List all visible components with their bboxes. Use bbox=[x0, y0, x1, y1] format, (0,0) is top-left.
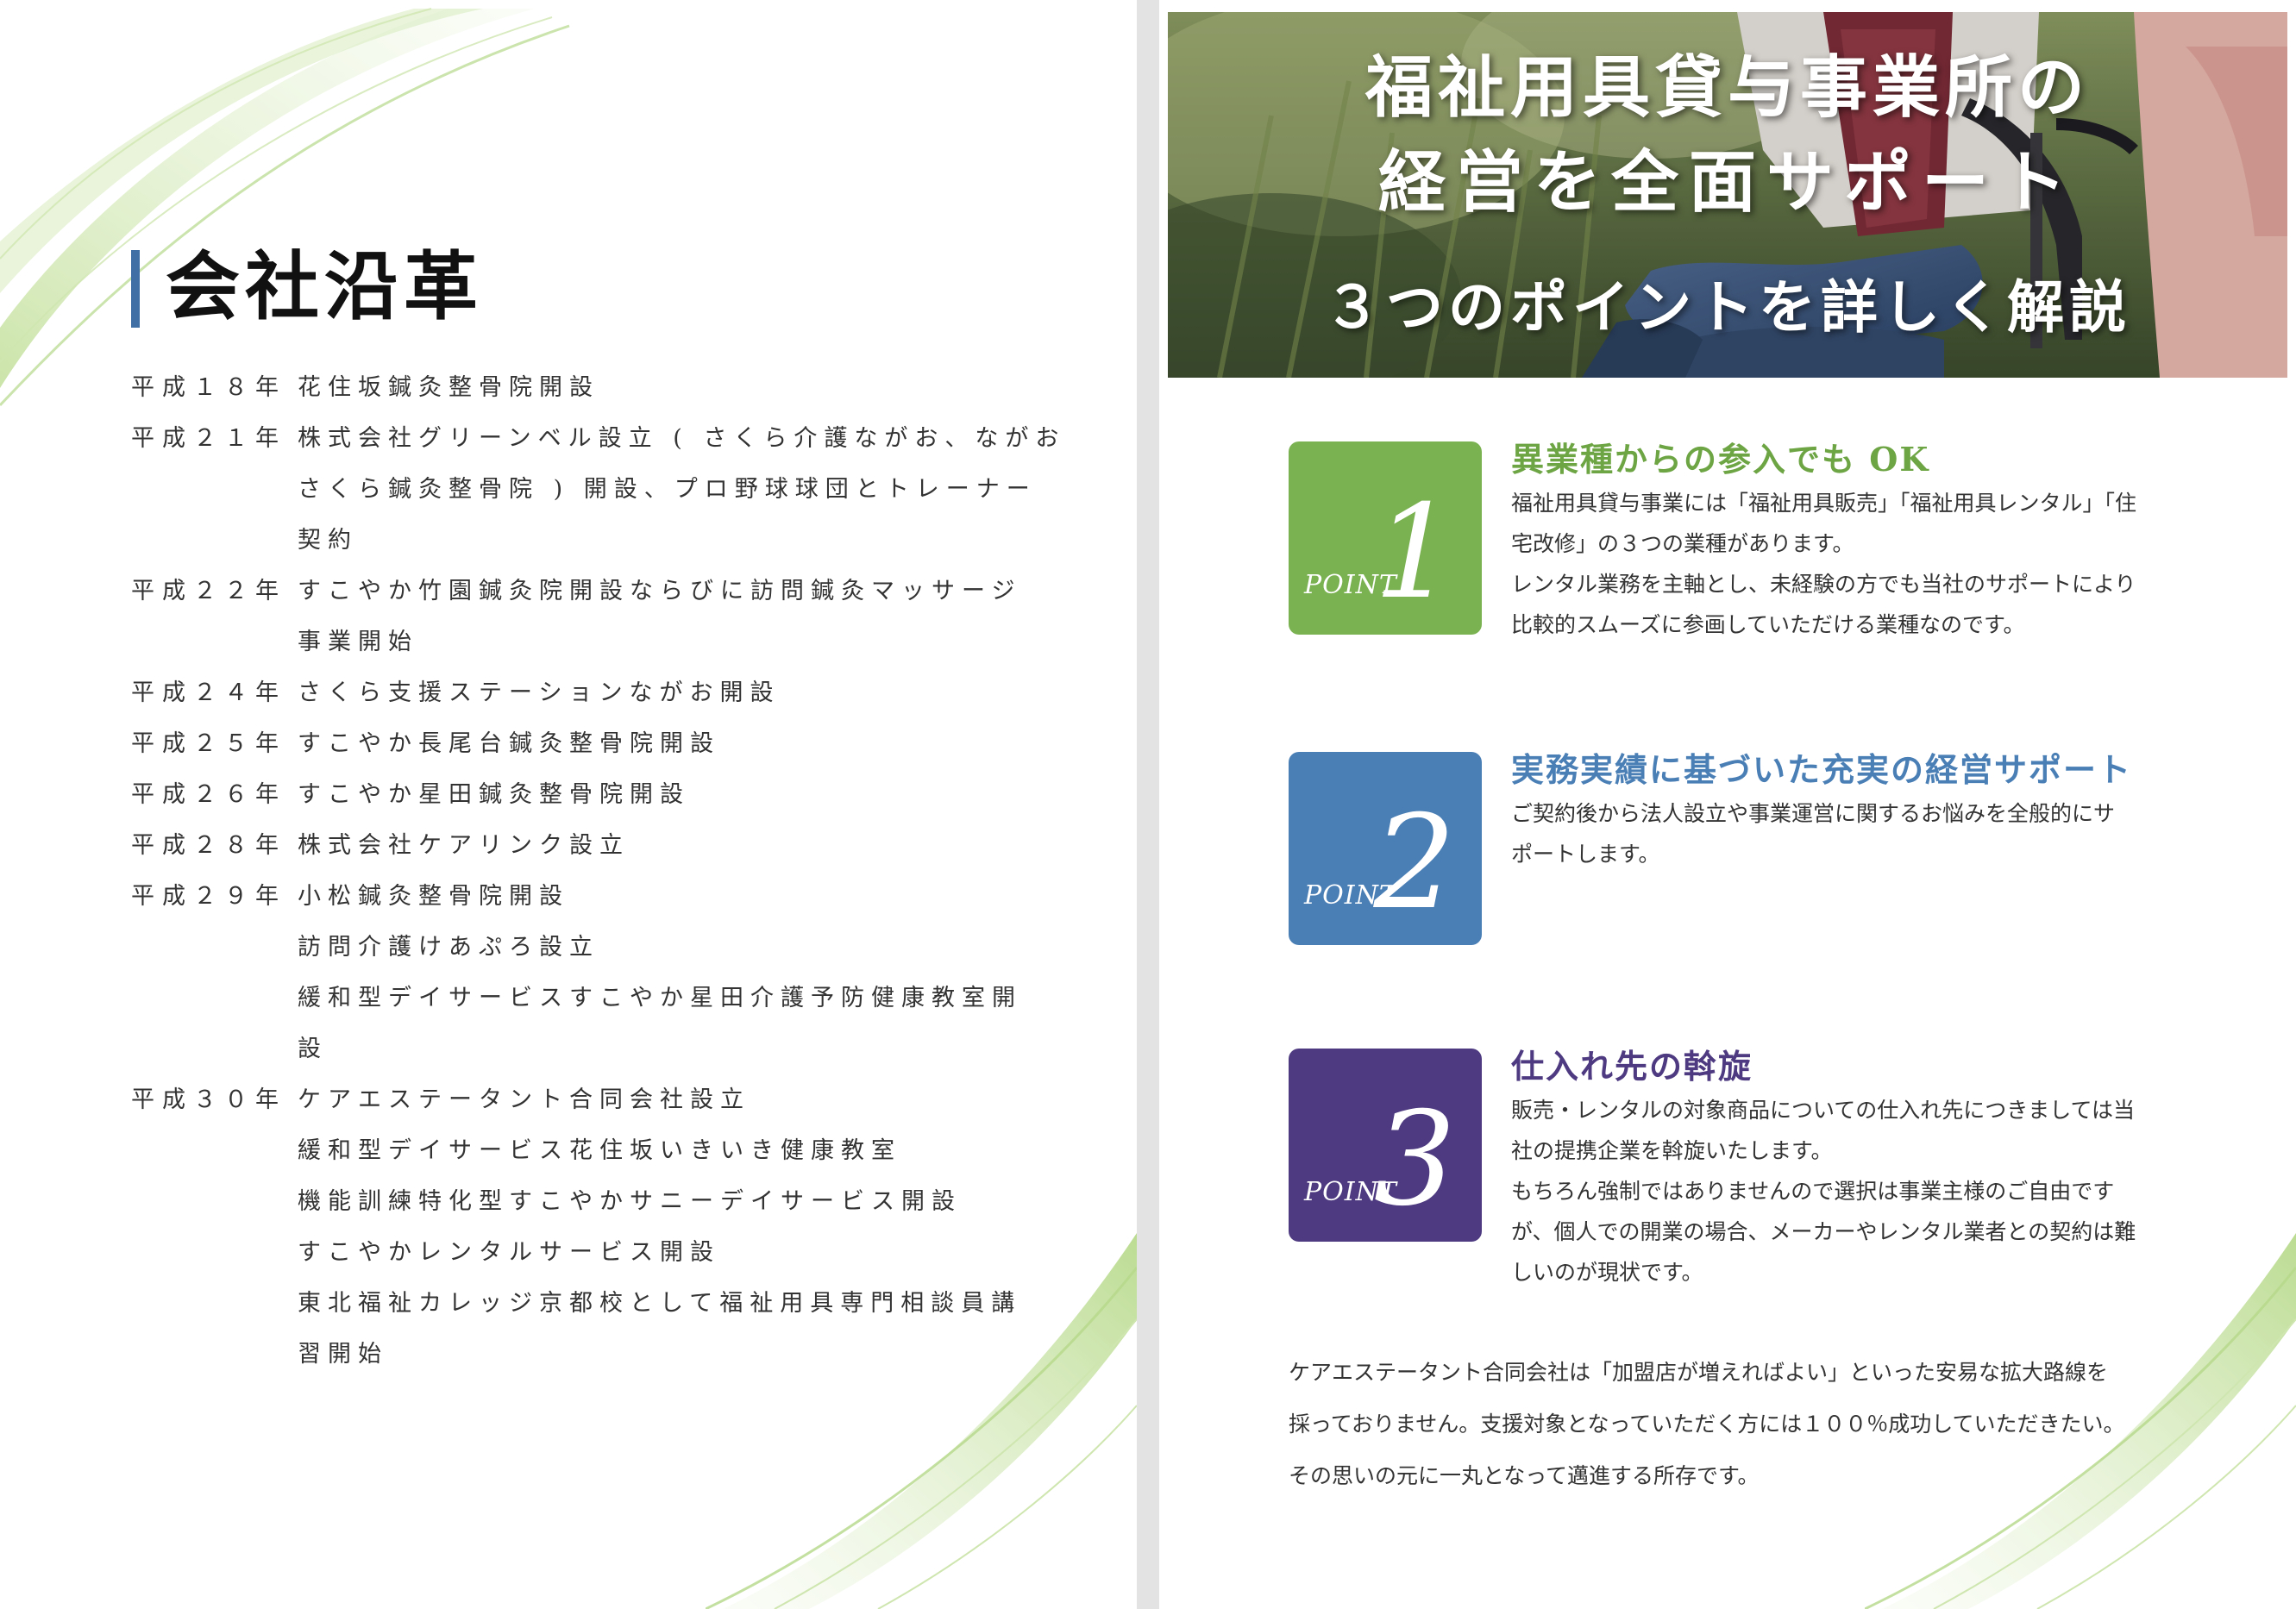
history-event: さくら支援ステーションながお開設 bbox=[298, 667, 1045, 718]
history-event: ケアエステータント合同会社設立緩和型デイサービス花住坂いきいき健康教室機能訓練特… bbox=[298, 1074, 1045, 1380]
point-body-line: 社の提携企業を斡旋いたします。 bbox=[1511, 1138, 1833, 1163]
history-entry: 平成２６年 すこやか星田鍼灸整骨院開設 bbox=[131, 769, 1045, 820]
history-entry: 平成２４年 さくら支援ステーションながお開設 bbox=[131, 667, 1045, 718]
history-year: 平成２１年 bbox=[131, 425, 286, 452]
history-event: 株式会社ケアリンク設立 bbox=[298, 820, 1045, 871]
history-year: 平成２４年 bbox=[131, 679, 286, 706]
history-event-line: 訪問介護けあぷろ設立 bbox=[298, 934, 599, 961]
history-entry: 平成２１年 株式会社グリーンベル設立 ( さくら介護ながお、ながお さくら鍼灸整骨院… bbox=[131, 413, 1058, 566]
hero-banner: 福祉用具貸与事業所の 経営を全面サポート ３つのポイントを詳しく解説 bbox=[1168, 12, 2287, 378]
history-event-line: 花住坂鍼灸整骨院開設 bbox=[298, 374, 599, 401]
history-event-line: 機能訓練特化型すこやかサニーデイサービス開設 bbox=[298, 1188, 962, 1215]
point-body-line: もちろん強制ではありませんので選択は事業主様のご自由です bbox=[1511, 1179, 2115, 1204]
left-page: 会社沿革 平成１８年 花住坂鍼灸整骨院開設 平成２１年 株式会社グリーンベル設立 ( … bbox=[0, 0, 1137, 1609]
point-body-line: レンタル業務を主軸とし、未経験の方でも当社のサポートにより bbox=[1511, 572, 2136, 597]
history-event-line: 習開始 bbox=[298, 1341, 388, 1368]
history-event-line: さくら鍼灸整骨院 ) 開設、プロ野球球団とトレーナー bbox=[298, 476, 1037, 503]
point-body-line: 宅改修」の３つの業種があります。 bbox=[1511, 531, 1854, 556]
history-event: すこやか星田鍼灸整骨院開設 bbox=[298, 769, 1045, 820]
history-entry: 平成３０年 ケアエステータント合同会社設立緩和型デイサービス花住坂いきいき健康教室… bbox=[131, 1074, 1045, 1380]
history-event-line: すこやか長尾台鍼灸整骨院開設 bbox=[298, 730, 720, 757]
title-accent-bar bbox=[131, 250, 140, 328]
history-year: 平成１８年 bbox=[131, 374, 286, 401]
history-entry: 平成２５年 すこやか長尾台鍼灸整骨院開設 bbox=[131, 718, 1045, 769]
page-title: 会社沿革 bbox=[166, 243, 483, 330]
history-event-line: すこやか竹園鍼灸院開設ならびに訪問鍼灸マッサージ bbox=[298, 578, 1022, 604]
history-event-line: すこやかレンタルサービス開設 bbox=[298, 1239, 720, 1266]
right-page: 福祉用具貸与事業所の 経営を全面サポート ３つのポイントを詳しく解説 POINT… bbox=[1159, 0, 2296, 1609]
history-event: すこやか長尾台鍼灸整骨院開設 bbox=[298, 718, 1045, 769]
history-year: 平成２２年 bbox=[131, 578, 286, 604]
history-event-line: さくら支援ステーションながお開設 bbox=[298, 679, 781, 706]
history-event: 小松鍼灸整骨院開設訪問介護けあぷろ設立緩和型デイサービスすこやか星田介護予防健康… bbox=[298, 871, 1045, 1074]
history-event: 花住坂鍼灸整骨院開設 bbox=[298, 362, 1045, 413]
history-timeline: 平成１８年 花住坂鍼灸整骨院開設 平成２１年 株式会社グリーンベル設立 ( さくら介護… bbox=[131, 362, 1058, 1380]
hero-title-line1: 福祉用具貸与事業所の bbox=[1364, 48, 2090, 127]
point-number: 3 bbox=[1373, 1085, 1456, 1235]
point-body-line: 比較的スムーズに参画していただける業種なのです。 bbox=[1511, 612, 2025, 637]
history-year: 平成２８年 bbox=[131, 832, 286, 859]
point-2-heading: 実務実績に基づいた充実の経営サポート bbox=[1511, 750, 2133, 789]
point-2-badge: POINT 2 bbox=[1289, 752, 1482, 945]
history-event-line: 東北福祉カレッジ京都校として福祉用具専門相談員講 bbox=[298, 1290, 1022, 1317]
history-event-line: 株式会社グリーンベル設立 ( さくら介護ながお、ながお bbox=[298, 425, 1066, 452]
history-event-line: 株式会社ケアリンク設立 bbox=[298, 832, 630, 859]
history-event: すこやか竹園鍼灸院開設ならびに訪問鍼灸マッサージ 事業開始 bbox=[298, 566, 1045, 667]
point-1-heading: 異業種からの参入でも OK bbox=[1511, 440, 1930, 479]
history-event-line: 小松鍼灸整骨院開設 bbox=[298, 883, 569, 910]
history-event-line: 事業開始 bbox=[298, 629, 418, 655]
history-year: 平成２６年 bbox=[131, 781, 286, 808]
point-1-body: 福祉用具貸与事業には「福祉用具販売」「福祉用具レンタル」「住 宅改修」の３つの業種… bbox=[1511, 483, 2192, 645]
history-event-line: 緩和型デイサービス花住坂いきいき健康教室 bbox=[298, 1137, 901, 1164]
history-event: 株式会社グリーンベル設立 ( さくら介護ながお、ながお さくら鍼灸整骨院 ) 開設… bbox=[298, 413, 1065, 566]
history-year: 平成３０年 bbox=[131, 1086, 286, 1113]
history-event-line: 緩和型デイサービスすこやか星田介護予防健康教室開 bbox=[298, 985, 1022, 1011]
history-entry: 平成１８年 花住坂鍼灸整骨院開設 bbox=[131, 362, 1045, 413]
point-body-line: 販売・レンタルの対象商品についての仕入れ先につきましては当 bbox=[1511, 1098, 2136, 1123]
point-3-heading: 仕入れ先の斡旋 bbox=[1511, 1047, 1753, 1086]
point-body-line: 福祉用具貸与事業には「福祉用具販売」「福祉用具レンタル」「住 bbox=[1511, 491, 2137, 516]
point-3-badge: POINT 3 bbox=[1289, 1049, 1482, 1242]
green-swoosh-top-left bbox=[0, 8, 570, 407]
history-year: 平成２５年 bbox=[131, 730, 286, 757]
point-body-line: ご契約後から法人設立や事業運営に関するお悩みを全般的にサ bbox=[1511, 801, 2116, 826]
history-event-line: ケアエステータント合同会社設立 bbox=[298, 1086, 750, 1113]
history-event-line: 設 bbox=[298, 1036, 328, 1062]
green-swoosh-bottom-right bbox=[1865, 1233, 2296, 1609]
point-2-body: ご契約後から法人設立や事業運営に関するお悩みを全般的にサ ポートします。 bbox=[1511, 793, 2192, 874]
hero-title-line2: 経営を全面サポート bbox=[1377, 143, 2077, 222]
history-entry: 平成２８年 株式会社ケアリンク設立 bbox=[131, 820, 1045, 871]
hero-subtitle: ３つのポイントを詳しく解説 bbox=[1324, 273, 2131, 341]
point-number: 1 bbox=[1373, 478, 1456, 628]
point-body-line: ポートします。 bbox=[1511, 842, 1660, 867]
point-1-badge: POINT 1 bbox=[1289, 441, 1482, 635]
history-entry: 平成２９年 小松鍼灸整骨院開設訪問介護けあぷろ設立緩和型デイサービスすこやか星田介… bbox=[131, 871, 1045, 1074]
point-number: 2 bbox=[1373, 788, 1456, 938]
history-year: 平成２９年 bbox=[131, 883, 286, 910]
history-entry: 平成２２年 すこやか竹園鍼灸院開設ならびに訪問鍼灸マッサージ 事業開始 bbox=[131, 566, 1045, 667]
history-event-line: すこやか星田鍼灸整骨院開設 bbox=[298, 781, 690, 808]
history-event-line: 契約 bbox=[298, 527, 358, 554]
